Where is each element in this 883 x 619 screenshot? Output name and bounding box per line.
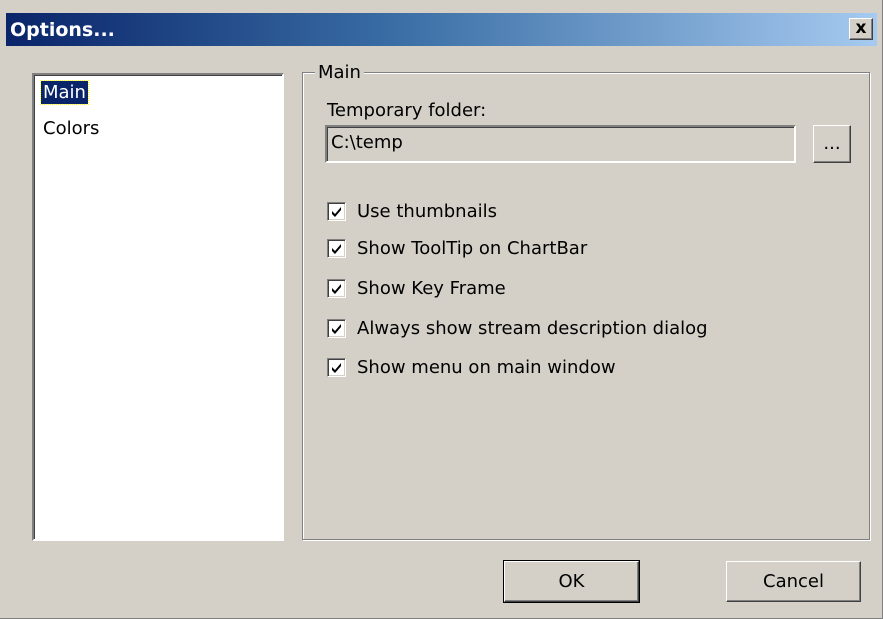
checkmark-icon bbox=[332, 324, 341, 334]
use-thumbnails-checkbox[interactable] bbox=[327, 202, 346, 221]
browse-button[interactable]: ... bbox=[813, 125, 851, 163]
options-dialog: Options... x Main Colors Main Temporary … bbox=[0, 0, 883, 619]
list-item-main[interactable]: Main bbox=[40, 80, 89, 105]
stream-description-checkbox[interactable] bbox=[327, 319, 346, 338]
stream-description-label: Always show stream description dialog bbox=[357, 318, 708, 339]
ok-button[interactable]: OK bbox=[503, 560, 640, 603]
list-item-colors[interactable]: Colors bbox=[41, 117, 101, 140]
title-bar[interactable]: Options... x bbox=[6, 13, 877, 46]
close-icon: x bbox=[855, 18, 867, 38]
show-menu-checkbox[interactable] bbox=[327, 358, 346, 377]
category-list[interactable]: Main Colors bbox=[32, 73, 284, 541]
show-key-frame-checkbox[interactable] bbox=[327, 279, 346, 298]
show-menu-label: Show menu on main window bbox=[357, 357, 616, 378]
checkmark-icon bbox=[332, 363, 341, 373]
close-button[interactable]: x bbox=[849, 18, 873, 40]
cancel-button[interactable]: Cancel bbox=[726, 561, 861, 602]
show-tooltip-label: Show ToolTip on ChartBar bbox=[357, 238, 588, 259]
checkmark-icon bbox=[332, 284, 341, 294]
temp-folder-label: Temporary folder: bbox=[327, 100, 487, 121]
show-key-frame-label: Show Key Frame bbox=[357, 278, 506, 299]
main-group: Main Temporary folder: C:\temp ... Use t… bbox=[302, 62, 870, 540]
temp-folder-input[interactable]: C:\temp bbox=[325, 125, 796, 163]
show-tooltip-checkbox[interactable] bbox=[327, 239, 346, 258]
checkmark-icon bbox=[332, 207, 341, 217]
window-title: Options... bbox=[10, 19, 115, 41]
use-thumbnails-label: Use thumbnails bbox=[357, 201, 498, 222]
checkmark-icon bbox=[332, 244, 341, 254]
group-title: Main bbox=[315, 62, 364, 84]
